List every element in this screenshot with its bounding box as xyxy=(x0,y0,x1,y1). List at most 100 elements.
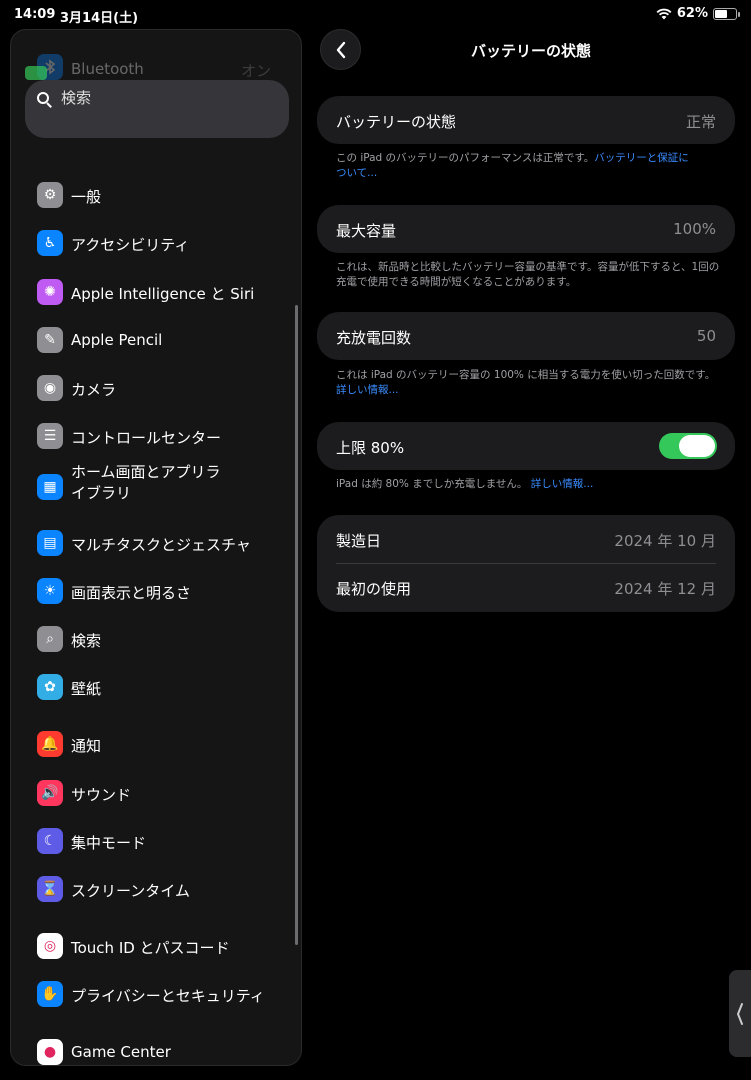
charge-limit-learn-more-link[interactable]: 詳しい情報... xyxy=(531,478,594,490)
sidebar-item[interactable]: ☀ 画面表示と明るさ xyxy=(11,569,301,613)
settings-sidebar[interactable]: Bluetooth オン ⚙ 一般 ♿ アクセシビリティ ✺ Apple Intellig… xyxy=(10,29,302,1066)
notification-bell-icon: 🔔 xyxy=(37,731,63,757)
sidebar-item[interactable]: ◎ Touch ID とパスコード xyxy=(11,924,301,968)
hand-icon: ✋ xyxy=(37,981,63,1007)
accessibility-icon: ♿ xyxy=(37,230,63,256)
sidebar-item-label: カメラ xyxy=(71,381,117,399)
battery-icon xyxy=(713,7,740,20)
cycle-count-label: 充放電回数 xyxy=(336,329,412,347)
sidebar-item[interactable]: 🔊 サウンド xyxy=(11,771,301,815)
gear-icon: ⚙ xyxy=(37,182,63,208)
cycle-count-row: 充放電回数 50 xyxy=(317,312,735,360)
sidebar-item-label: Apple Pencil xyxy=(71,331,163,349)
max-capacity-label: 最大容量 xyxy=(336,222,397,240)
pencil-icon: ✎ xyxy=(37,327,63,353)
sidebar-item-label: Bluetooth xyxy=(71,60,144,78)
sidebar-item[interactable]: ✎ Apple Pencil xyxy=(11,318,301,362)
sidebar-item-label: 通知 xyxy=(71,737,102,755)
cycle-count-note-text: これは iPad のバッテリー容量の 100% に相当する電力を使い切った回数で… xyxy=(336,369,716,381)
max-capacity-row: 最大容量 100% xyxy=(317,205,735,253)
dates-card: 製造日 2024 年 10 月 最初の使用 2024 年 12 月 xyxy=(317,515,735,612)
max-capacity-value: 100% xyxy=(673,220,716,238)
camera-icon: ◉ xyxy=(37,375,63,401)
sidebar-item[interactable]: ✋ プライバシーとセキュリティ xyxy=(11,972,301,1016)
battery-health-note-text: この iPad のバッテリーのパフォーマンスは正常です。 xyxy=(336,152,595,164)
sidebar-item-value: オン xyxy=(240,62,271,80)
status-date: 3月14日(土) xyxy=(60,11,139,26)
battery-health-row: バッテリーの状態 正常 xyxy=(317,96,735,144)
search-icon: ⌕ xyxy=(37,626,63,652)
multitasking-icon: ▤ xyxy=(37,530,63,556)
first-use-row: 最初の使用 2024 年 12 月 xyxy=(317,563,735,611)
charge-limit-label: 上限 80% xyxy=(336,439,405,457)
moon-icon: ☾ xyxy=(37,828,63,854)
status-right: 62% xyxy=(656,6,740,21)
sidebar-item-label: Touch ID とパスコード xyxy=(71,939,230,957)
sidebar-item-label: 壁紙 xyxy=(71,680,102,698)
cycle-count-note: これは iPad のバッテリー容量の 100% に相当する電力を使い切った回数で… xyxy=(336,368,721,398)
first-use-value: 2024 年 12 月 xyxy=(614,580,716,598)
charge-limit-note-text: iPad は約 80% までしか充電しません。 xyxy=(336,478,528,490)
charge-limit-row[interactable]: 上限 80% xyxy=(317,422,735,470)
wifi-icon xyxy=(656,8,672,19)
sidebar-item-label: アクセシビリティ xyxy=(71,236,190,254)
sidebar-item-label: 集中モード xyxy=(71,834,147,852)
sidebar-item[interactable]: ✿ 壁紙 xyxy=(11,665,301,709)
sidebar-item-label: 検索 xyxy=(71,632,102,650)
sidebar-scrollbar[interactable] xyxy=(295,305,298,945)
sidebar-item-label: 一般 xyxy=(71,188,102,206)
max-capacity-card: 最大容量 100% xyxy=(317,205,735,253)
manufacture-date-value: 2024 年 10 月 xyxy=(614,532,716,550)
manufacture-date-row: 製造日 2024 年 10 月 xyxy=(317,515,735,564)
home-screen-icon: ▦ xyxy=(37,474,63,500)
search-bar[interactable] xyxy=(25,80,289,138)
sidebar-item[interactable]: ✺ Apple Intelligence と Siri xyxy=(11,270,301,314)
search-icon xyxy=(37,92,53,108)
charge-limit-toggle[interactable] xyxy=(659,433,717,459)
fingerprint-icon: ◎ xyxy=(37,933,63,959)
cycle-count-value: 50 xyxy=(696,327,716,345)
first-use-label: 最初の使用 xyxy=(336,580,412,598)
manufacture-date-label: 製造日 xyxy=(336,532,382,550)
sidebar-item[interactable]: ▦ ホーム画面とアプリライブラリ xyxy=(11,457,301,517)
sidebar-item[interactable]: ▤ マルチタスクとジェスチャ xyxy=(11,521,301,565)
sidebar-item-label: マルチタスクとジェスチャ xyxy=(71,536,251,554)
status-time: 14:09 xyxy=(14,7,56,22)
speaker-icon: 🔊 xyxy=(37,780,63,806)
battery-health-label: バッテリーの状態 xyxy=(336,113,457,131)
hourglass-icon: ⌛ xyxy=(37,876,63,902)
sidebar-item[interactable]: ⌕ 検索 xyxy=(11,617,301,661)
slide-over-handle[interactable] xyxy=(729,970,751,1057)
apple-intelligence-icon: ✺ xyxy=(37,279,63,305)
sidebar-item[interactable]: ◉ カメラ xyxy=(11,366,301,410)
sidebar-item[interactable]: ● Game Center xyxy=(11,1030,301,1065)
search-input[interactable] xyxy=(61,89,261,107)
cycle-count-card: 充放電回数 50 xyxy=(317,312,735,360)
battery-item-glimpse xyxy=(25,66,47,80)
battery-level xyxy=(715,9,728,18)
battery-health-note: この iPad のバッテリーのパフォーマンスは正常です。バッテリーと保証について… xyxy=(336,151,696,181)
sidebar-item[interactable]: ☾ 集中モード xyxy=(11,819,301,863)
battery-percent: 62% xyxy=(676,6,708,21)
sidebar-item-label: スクリーンタイム xyxy=(71,882,190,900)
sidebar-item-label: サウンド xyxy=(71,786,132,804)
battery-health-value: 正常 xyxy=(685,113,716,131)
sidebar-item[interactable]: ⌛ スクリーンタイム xyxy=(11,867,301,911)
game-center-icon: ● xyxy=(37,1039,63,1065)
charge-limit-card: 上限 80% xyxy=(317,422,735,470)
sidebar-item[interactable]: ⚙ 一般 xyxy=(11,173,301,217)
sidebar-item-label: プライバシーとセキュリティ xyxy=(71,987,265,1005)
page-title: バッテリーの状態 xyxy=(470,42,591,60)
battery-health-card: バッテリーの状態 正常 xyxy=(317,96,735,144)
sidebar-item-label: Game Center xyxy=(71,1043,171,1061)
sidebar-item[interactable]: 🔔 通知 xyxy=(11,722,301,766)
sidebar-item-label: コントロールセンター xyxy=(71,429,222,447)
wallpaper-icon: ✿ xyxy=(37,674,63,700)
sidebar-item[interactable]: ☰ コントロールセンター xyxy=(11,414,301,458)
cycle-count-learn-more-link[interactable]: 詳しい情報... xyxy=(336,384,399,396)
status-bar: 14:09 3月14日(土) 62% xyxy=(0,0,751,30)
sidebar-item-label: 画面表示と明るさ xyxy=(71,584,192,602)
toggle-knob xyxy=(679,435,715,457)
sidebar-item[interactable]: ♿ アクセシビリティ xyxy=(11,221,301,265)
chevron-left-icon xyxy=(736,1002,743,1025)
